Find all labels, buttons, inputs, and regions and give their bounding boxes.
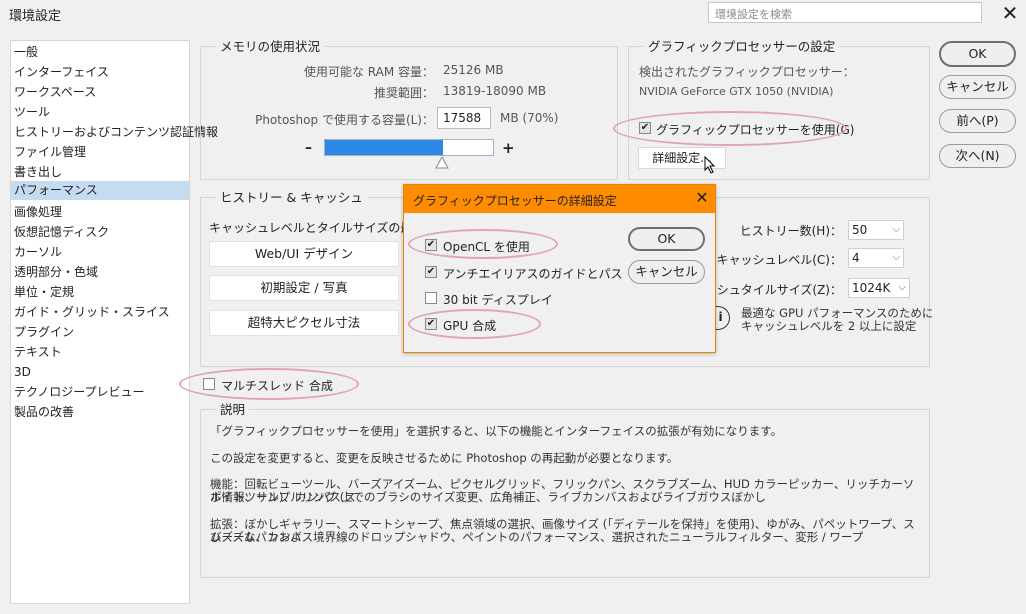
sidebar-item-3d[interactable]: 3D [11,363,189,381]
close-icon[interactable]: ✕ [1000,2,1020,24]
sidebar-item-general[interactable]: 一般 [11,43,189,61]
cancel-button[interactable]: キャンセル [939,75,1016,99]
memory-slider-fill [325,140,443,155]
memory-slider[interactable] [324,139,494,156]
window-title: 環境設定 [9,9,62,24]
description-line-2: この設定を変更すると、変更を反映させるために Photoshop の再起動が必要… [210,451,679,465]
30bit-display-label[interactable]: 30 bit ディスプレイ [443,291,553,308]
highlight-ellipse [179,368,359,400]
cache-intro-text: キャッシュレベルとタイルサイズの最適 [209,221,425,235]
sidebar-item-guides[interactable]: ガイド・グリッド・スライス [11,303,189,321]
sidebar-item-tools[interactable]: ツール [11,103,189,121]
sidebar-item-performance[interactable]: パフォーマンス [11,181,189,200]
sidebar-item-product-improvement[interactable]: 製品の改善 [11,403,189,421]
highlight-ellipse [408,229,558,259]
mouse-cursor-icon [704,156,716,174]
history-states-value: 50 [852,223,868,237]
cache-levels-label: キャッシュレベル(C)： [716,253,842,267]
history-cache-title: ヒストリー & キャッシュ [216,191,367,205]
gpu-note-line-2: キャッシュレベルを 2 以上に設定 [741,319,917,333]
memory-panel-title: メモリの使用状況 [216,40,325,54]
sidebar-item-units[interactable]: 単位・定規 [11,283,189,301]
sidebar: 一般 インターフェイス ワークスペース ツール ヒストリーおよびコンテンツ認証情… [10,40,218,604]
sidebar-item-plugins[interactable]: プラグイン [11,323,189,341]
ram-available-value: 25126 MB [443,63,504,77]
dialog-title: グラフィックプロセッサーの詳細設定 [413,194,617,208]
antialias-guides-label[interactable]: アンチエイリアスのガイドとパス [443,265,623,282]
description-title: 説明 [216,403,250,417]
prev-button[interactable]: 前へ(P) [939,109,1016,133]
30bit-display-checkbox[interactable] [425,292,437,304]
cache-levels-select[interactable]: 4 ⌵ [848,248,904,268]
memory-decrease-icon[interactable]: – [305,140,312,156]
dialog-close-icon[interactable]: ✕ [692,188,712,208]
history-states-select[interactable]: 50 ⌵ [848,220,904,240]
ideal-range-value: 13819-18090 MB [443,84,547,98]
gpu-name: NVIDIA GeForce GTX 1050 (NVIDIA) [639,85,834,98]
detected-gpu-label: 検出されたグラフィックプロセッサー： [639,65,855,79]
sidebar-item-workspace[interactable]: ワークスペース [11,83,189,101]
description-line-6: びズーム、カンバス境界線のドロップシャドウ、ペイントのパフォーマンス、選択された… [210,530,864,544]
sidebar-item-cursors[interactable]: カーソル [11,243,189,261]
memory-slider-thumb[interactable] [435,156,449,169]
cache-levels-value: 4 [852,251,860,265]
memory-usage-label: Photoshop で使用する容量(L)： [255,113,434,127]
preferences-search-input[interactable]: 環境設定を検索 [708,2,982,23]
next-button[interactable]: 次へ(N) [939,144,1016,168]
gpu-panel-title: グラフィックプロセッサーの設定 [644,40,840,54]
web-ui-design-button[interactable]: Web/UI デザイン [209,241,399,267]
dialog-ok-button[interactable]: OK [628,227,705,251]
dialog-cancel-button[interactable]: キャンセル [628,260,705,284]
sidebar-item-history[interactable]: ヒストリーおよびコンテンツ認証情報 [11,123,218,141]
sidebar-item-transparency[interactable]: 透明部分・色域 [11,263,189,281]
chevron-down-icon: ⌵ [892,224,900,235]
cache-tile-size-select[interactable]: 1024K ⌵ [848,278,910,298]
ok-button[interactable]: OK [939,41,1016,67]
ideal-range-label: 推奨範囲： [373,86,434,100]
default-photos-button[interactable]: 初期設定 / 写真 [209,275,399,301]
highlight-ellipse [408,309,541,339]
antialias-guides-checkbox[interactable]: ✔ [425,266,437,278]
sidebar-item-export[interactable]: 書き出し [11,163,189,181]
cache-tile-size-value: 1024K [852,281,891,295]
sidebar-item-image-processing[interactable]: 画像処理 [11,203,189,221]
description-line-1: 「グラフィックプロセッサーを使用」を選択すると、以下の機能とインターフェイスの拡… [210,424,783,438]
highlight-ellipse [613,111,847,146]
memory-usage-input[interactable]: 17588 [437,107,491,129]
chevron-down-icon: ⌵ [898,282,906,293]
memory-usage-unit: MB (70%) [500,111,559,125]
history-states-label: ヒストリー数(H)： [739,224,842,238]
description-line-4: ポイトツール)、カンバス上でのブラシのサイズ変更、広角補正、ライブカンバスおよび… [210,490,766,504]
ram-available-label: 使用可能な RAM 容量： [303,65,434,79]
sidebar-item-file-handling[interactable]: ファイル管理 [11,143,189,161]
sidebar-item-interface[interactable]: インターフェイス [11,63,189,81]
sidebar-item-technology-previews[interactable]: テクノロジープレビュー [11,383,189,401]
memory-increase-icon[interactable]: + [502,139,515,157]
sidebar-item-type[interactable]: テキスト [11,343,189,361]
advanced-gpu-dialog: グラフィックプロセッサーの詳細設定 ✕ ✔ OpenCL を使用 ✔ アンチエイ… [403,184,716,353]
sidebar-item-scratch-disks[interactable]: 仮想記憶ディスク [11,223,189,241]
huge-pixel-dimensions-button[interactable]: 超特大ピクセル寸法 [209,310,399,336]
chevron-down-icon: ⌵ [892,252,900,263]
